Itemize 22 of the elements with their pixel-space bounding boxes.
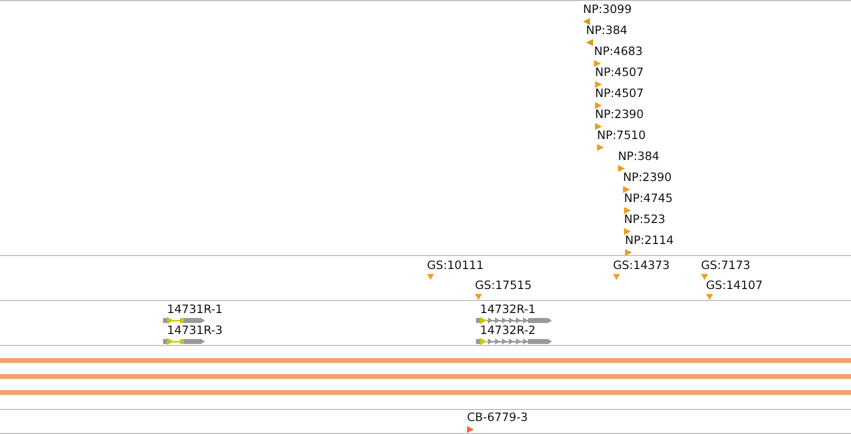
gene-label: 14731R-1 [167,303,223,316]
feature-label: NP:2390 [623,171,672,184]
gene-label: 14732R-1 [480,303,536,316]
feature-label: CB-6779-3 [467,411,528,424]
feature-label: GS:14107 [706,279,763,292]
gene-label: 14732R-2 [480,324,536,337]
feature-label: NP:384 [586,24,628,37]
feature-label: NP:2114 [625,234,674,247]
gene-label: 14731R-3 [167,324,223,337]
feature-label: NP:384 [618,150,660,163]
feature-label: GS:10111 [427,259,484,272]
feature-label: NP:523 [624,213,666,226]
feature-label: NP:3099 [583,3,632,16]
feature-label: NP:2390 [595,108,644,121]
feature-label: NP:4507 [595,66,644,79]
feature-label: GS:7173 [701,259,750,272]
feature-label: NP:4683 [594,45,643,58]
feature-label: NP:4745 [624,192,673,205]
feature-label: GS:14373 [613,259,670,272]
feature-label: NP:4507 [595,87,644,100]
feature-label: GS:17515 [475,279,532,292]
feature-label: NP:7510 [597,129,646,142]
